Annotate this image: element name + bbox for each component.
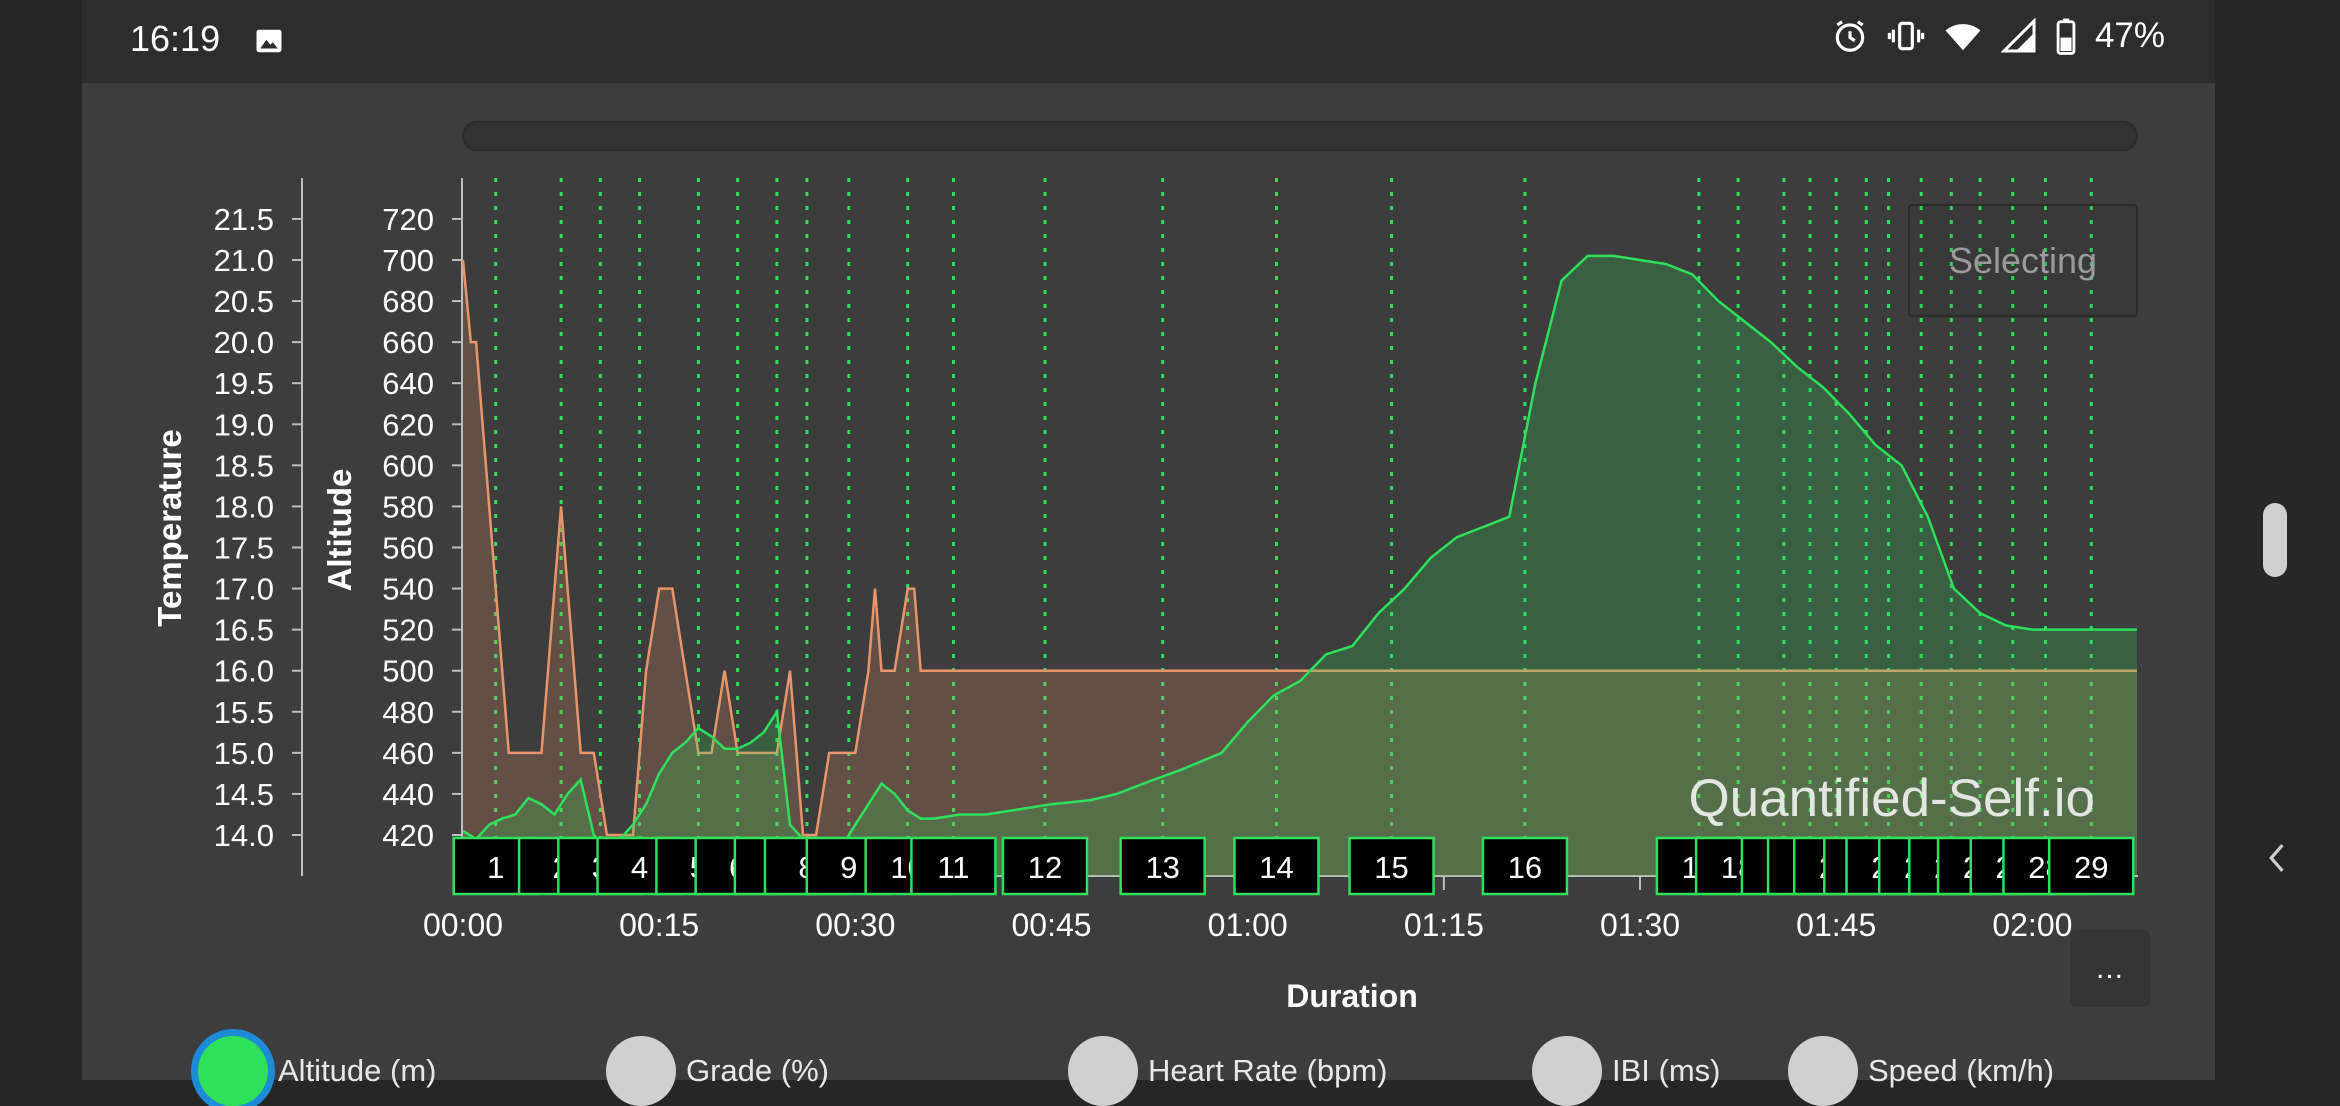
legend-item-speed[interactable]: Speed (km/h) [1788,1036,2054,1106]
more-options-button[interactable]: ... [2070,930,2150,1007]
back-chevron-icon[interactable] [2265,842,2287,874]
signal-icon [2000,17,2036,53]
scroll-handle[interactable] [2263,503,2287,577]
legend-label: Speed (km/h) [1868,1053,2055,1088]
chart-view [82,83,2215,1080]
legend-item-altitude[interactable]: Altitude (m) [198,1036,436,1106]
legend-toggle[interactable] [606,1036,676,1106]
alarm-icon [1835,20,1865,52]
legend-toggle[interactable] [198,1036,268,1106]
selecting-button[interactable]: Selecting [1908,204,2138,317]
legend-toggle[interactable] [1532,1036,1602,1106]
chart-scrollbar[interactable] [462,121,2138,151]
image-icon [256,29,282,53]
legend-label: Heart Rate (bpm) [1148,1053,1388,1088]
legend-item-ibi[interactable]: IBI (ms) [1532,1036,1721,1106]
vibrate-icon [1887,21,1925,51]
battery-percent: 47% [2094,16,2165,55]
status-bar: 16:19 47% [82,0,2215,83]
legend-label: IBI (ms) [1612,1053,1721,1088]
legend-label: Altitude (m) [278,1053,437,1088]
legend-toggle[interactable] [1068,1036,1138,1106]
status-time: 16:19 [130,18,221,59]
legend-label: Grade (%) [686,1053,829,1088]
legend-toggle[interactable] [1788,1036,1858,1106]
legend-item-heart-rate[interactable]: Heart Rate (bpm) [1068,1036,1387,1106]
battery-icon [2056,18,2076,55]
wifi-icon [1945,24,1981,51]
legend-item-grade[interactable]: Grade (%) [606,1036,829,1106]
